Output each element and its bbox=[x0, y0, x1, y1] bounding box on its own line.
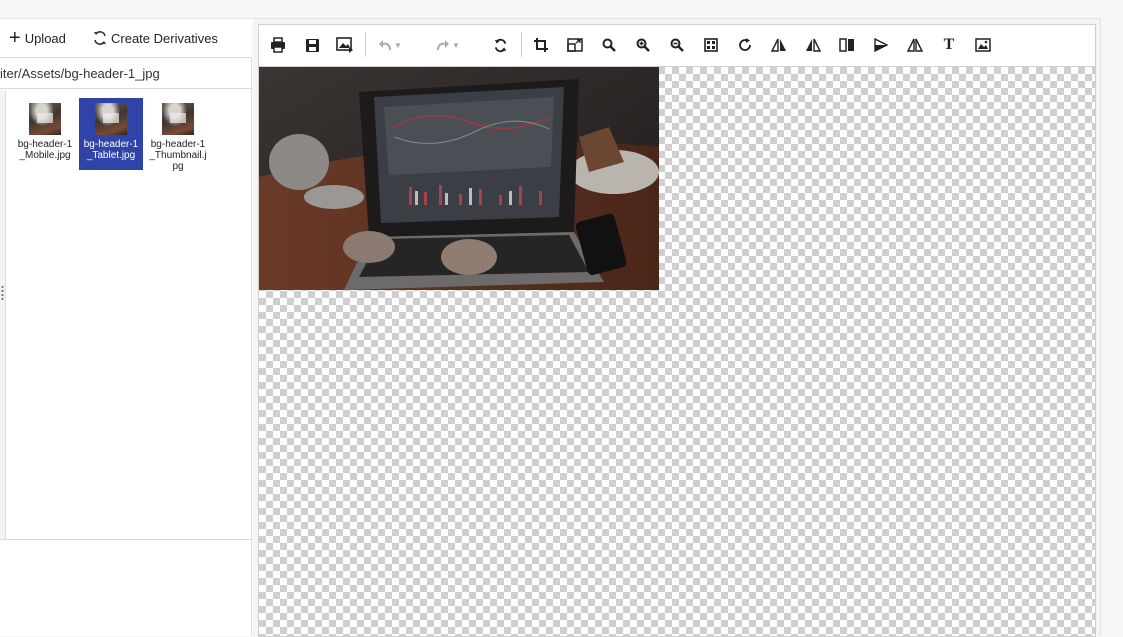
edited-image[interactable] bbox=[259, 67, 659, 290]
print-icon[interactable] bbox=[266, 33, 290, 57]
file-thumbnail bbox=[162, 103, 194, 135]
mirror-icon[interactable] bbox=[835, 33, 859, 57]
text-icon[interactable]: T bbox=[937, 33, 961, 57]
file-tile-tablet[interactable]: bg-header-1_Tablet.jpg bbox=[79, 98, 143, 170]
file-browser-toolbar: + Upload Create Derivatives bbox=[0, 18, 252, 58]
file-tile-mobile[interactable]: bg-header-1_Mobile.jpg bbox=[13, 98, 77, 170]
toolbar-separator bbox=[521, 32, 522, 57]
zoom-fit-icon[interactable] bbox=[699, 33, 723, 57]
create-derivatives-button[interactable]: Create Derivatives bbox=[92, 19, 218, 57]
plus-icon: + bbox=[9, 27, 21, 49]
upload-button[interactable]: + Upload bbox=[9, 19, 66, 57]
mirror-vertical-icon[interactable] bbox=[903, 33, 927, 57]
save-icon[interactable] bbox=[300, 33, 324, 57]
flip-icon[interactable] bbox=[869, 33, 893, 57]
file-thumbnail bbox=[29, 103, 61, 135]
image-canvas[interactable] bbox=[259, 67, 1095, 636]
file-thumbnail bbox=[95, 103, 127, 135]
refresh-icon bbox=[92, 30, 108, 46]
file-name: bg-header-1_Thumbnail.jpg bbox=[149, 139, 207, 172]
undo-icon[interactable]: ▼ bbox=[373, 33, 407, 57]
file-list: bg-header-1_Mobile.jpg bg-header-1_Table… bbox=[0, 90, 252, 540]
file-name: bg-header-1_Tablet.jpg bbox=[83, 139, 139, 161]
flip-horizontal-icon[interactable] bbox=[767, 33, 791, 57]
resize-icon[interactable] bbox=[563, 33, 587, 57]
reset-icon[interactable] bbox=[488, 33, 512, 57]
zoom-in-icon[interactable] bbox=[631, 33, 655, 57]
zoom-icon[interactable] bbox=[597, 33, 621, 57]
create-derivatives-label: Create Derivatives bbox=[111, 30, 218, 46]
file-tile-thumbnail[interactable]: bg-header-1_Thumbnail.jpg bbox=[146, 98, 210, 172]
file-browser-pane: + Upload Create Derivatives iter/Assets/… bbox=[0, 18, 252, 636]
toolbar-separator bbox=[365, 32, 366, 57]
chevron-down-icon: ▼ bbox=[452, 40, 460, 50]
save-as-icon[interactable] bbox=[333, 33, 357, 57]
path-breadcrumb: iter/Assets/bg-header-1_jpg bbox=[0, 59, 252, 89]
chevron-down-icon: ▼ bbox=[394, 40, 402, 50]
image-editor-pane: ▼ ▼ T bbox=[253, 18, 1101, 637]
upload-label: Upload bbox=[24, 30, 66, 46]
resize-grip-icon[interactable] bbox=[1, 285, 4, 301]
file-name: bg-header-1_Mobile.jpg bbox=[17, 139, 73, 161]
flip-vertical-icon[interactable] bbox=[801, 33, 825, 57]
zoom-out-icon[interactable] bbox=[665, 33, 689, 57]
image-editor: ▼ ▼ T bbox=[258, 24, 1096, 637]
rotate-icon[interactable] bbox=[733, 33, 757, 57]
redo-icon[interactable]: ▼ bbox=[431, 33, 465, 57]
pane-resizer[interactable] bbox=[0, 90, 6, 539]
editor-toolbar: ▼ ▼ T bbox=[259, 25, 1095, 67]
crop-icon[interactable] bbox=[529, 33, 553, 57]
insert-image-icon[interactable] bbox=[971, 33, 995, 57]
